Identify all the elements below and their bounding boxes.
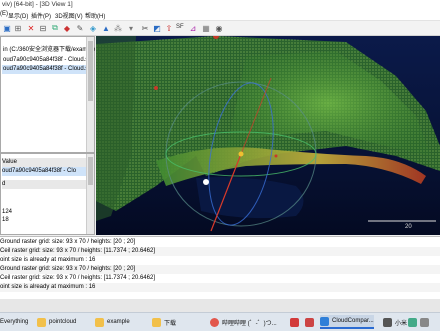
distance-icon[interactable]: ⊿ — [188, 23, 198, 33]
app-icon — [383, 317, 392, 327]
folder-icon — [152, 317, 161, 327]
console-line: oint size is already at maximum : 16 — [0, 257, 96, 263]
property-row: d — [2, 180, 94, 189]
db-tree-scrollbar[interactable] — [86, 37, 94, 152]
properties-panel: ⧉ Value oud7a90c9405a84f38f - Clo d 124 … — [0, 153, 95, 235]
taskbar-label: 哔哩哔哩 (゜-゜)つ... — [222, 320, 277, 327]
mesh-icon[interactable]: ▲ — [101, 23, 111, 33]
camera-icon[interactable]: ◉ — [214, 23, 224, 33]
status-strip — [0, 299, 440, 312]
octree-icon[interactable]: ◈ — [88, 23, 98, 33]
taskbar-tray[interactable] — [408, 315, 432, 329]
console-line: Ceil raster grid: size: 93 x 70 / height… — [0, 247, 440, 256]
taskbar-app-icon[interactable] — [290, 315, 302, 329]
taskbar-app-icon[interactable] — [305, 315, 317, 329]
tree-item-cloud-2[interactable]: oud7a90c9405a84f38f - Cloud.s... — [2, 65, 93, 74]
tray-icon — [408, 317, 417, 327]
taskbar-label: CloudCompar... — [332, 318, 374, 324]
scale-label: 20 — [405, 224, 412, 230]
taskbar-example[interactable]: example — [95, 315, 130, 329]
properties-scrollbar[interactable] — [86, 154, 94, 234]
folder-icon — [95, 317, 104, 327]
property-row: 18 — [2, 217, 9, 223]
browser-icon — [210, 317, 219, 327]
segment-icon[interactable]: ✂ — [140, 23, 150, 33]
menu-item-3dview[interactable]: 3D视图(V) — [55, 11, 83, 20]
clone-icon[interactable]: ⧉ — [50, 23, 60, 33]
menu-item-plugins[interactable]: 插件(P) — [31, 11, 51, 20]
taskbar: Everything pointcloud example 下载 哔哩哔哩 (゜… — [0, 312, 440, 331]
console-line: Ground raster grid: size: 93 x 70 / heig… — [0, 239, 136, 245]
save-icon[interactable]: ▣ — [2, 23, 12, 33]
taskbar-label: pointcloud — [49, 319, 77, 325]
cloud-icon[interactable]: ◆ — [62, 23, 72, 33]
menu-item-edit[interactable]: (E) — [0, 11, 8, 17]
taskbar-xiaomi[interactable]: 小米 — [383, 315, 407, 329]
taskbar-label: example — [107, 319, 130, 325]
scrollbar-thumb[interactable] — [88, 157, 93, 185]
cloudcompare-icon — [320, 316, 329, 326]
close-icon[interactable]: ✕ — [26, 23, 36, 33]
menu-item-help[interactable]: 帮助(H) — [85, 11, 105, 20]
filter-icon[interactable]: ▾ — [126, 23, 136, 33]
sf-icon[interactable]: ▦ — [201, 23, 211, 33]
tree-item-cloud-1[interactable]: oud7a90c9405a84f38f - Cloud.s... — [2, 56, 93, 65]
tool-icon[interactable]: ✎ — [75, 23, 85, 33]
app-icon — [290, 317, 299, 327]
main-toolbar: ▣ ⊞ ✕ ⊟ ⧉ ◆ ✎ ◈ ▲ ⁂ ▾ ✂ ◩ ⇧ SF ⊿ ▦ ◉ — [0, 21, 440, 36]
tray-icon — [420, 317, 429, 327]
property-name-value[interactable]: oud7a90c9405a84f38f - Clo — [2, 167, 94, 176]
console-line: oint size is already at maximum : 16 — [0, 283, 440, 292]
taskbar-download[interactable]: 下载 — [152, 315, 176, 329]
taskbar-label: 小米 — [395, 320, 408, 327]
taskbar-everything[interactable]: Everything — [0, 315, 28, 329]
tree-item-root[interactable]: in (C:/360安全浏览器下载/example — [2, 46, 95, 55]
console-panel: Ground raster grid: size: 93 x 70 / heig… — [0, 236, 440, 300]
folder-icon — [37, 317, 46, 327]
sample-icon[interactable]: ⁂ — [113, 23, 123, 33]
console-line: Ceil raster grid: size: 93 x 70 / height… — [0, 275, 155, 281]
scrollbar-thumb[interactable] — [88, 41, 93, 101]
taskbar-pointcloud[interactable]: pointcloud — [37, 315, 76, 329]
app-icon — [305, 317, 314, 327]
taskbar-cloudcompare[interactable]: CloudCompar... — [320, 315, 374, 329]
normals-icon[interactable]: ⇧ — [164, 23, 174, 33]
taskbar-label: Everything — [0, 319, 29, 325]
db-tree-panel: ⧉ in (C:/360安全浏览器下载/example oud7a90c9405… — [0, 36, 95, 153]
taskbar-label: 下载 — [164, 320, 177, 327]
console-line: Ground raster grid: size: 93 x 70 / heig… — [0, 265, 440, 274]
window-title: viv) [64-bit] - [3D View 1] — [2, 1, 73, 8]
point-cloud-render[interactable] — [96, 36, 440, 235]
sf-label[interactable]: SF — [176, 24, 184, 30]
properties-header: Value — [2, 158, 94, 167]
delete-icon[interactable]: ⊟ — [38, 23, 48, 33]
menu-item-display[interactable]: 显示(D) — [8, 11, 28, 20]
window-title-bar: viv) [64-bit] - [3D View 1] — [0, 0, 440, 10]
taskbar-bilibili[interactable]: 哔哩哔哩 (゜-゜)つ... — [210, 315, 277, 329]
menu-bar: (E) 显示(D) 插件(P) 3D视图(V) 帮助(H) — [0, 10, 440, 21]
open-icon[interactable]: ⊞ — [13, 23, 23, 33]
plane-icon[interactable]: ◩ — [152, 23, 162, 33]
3d-view[interactable]: 20 — [96, 36, 440, 235]
